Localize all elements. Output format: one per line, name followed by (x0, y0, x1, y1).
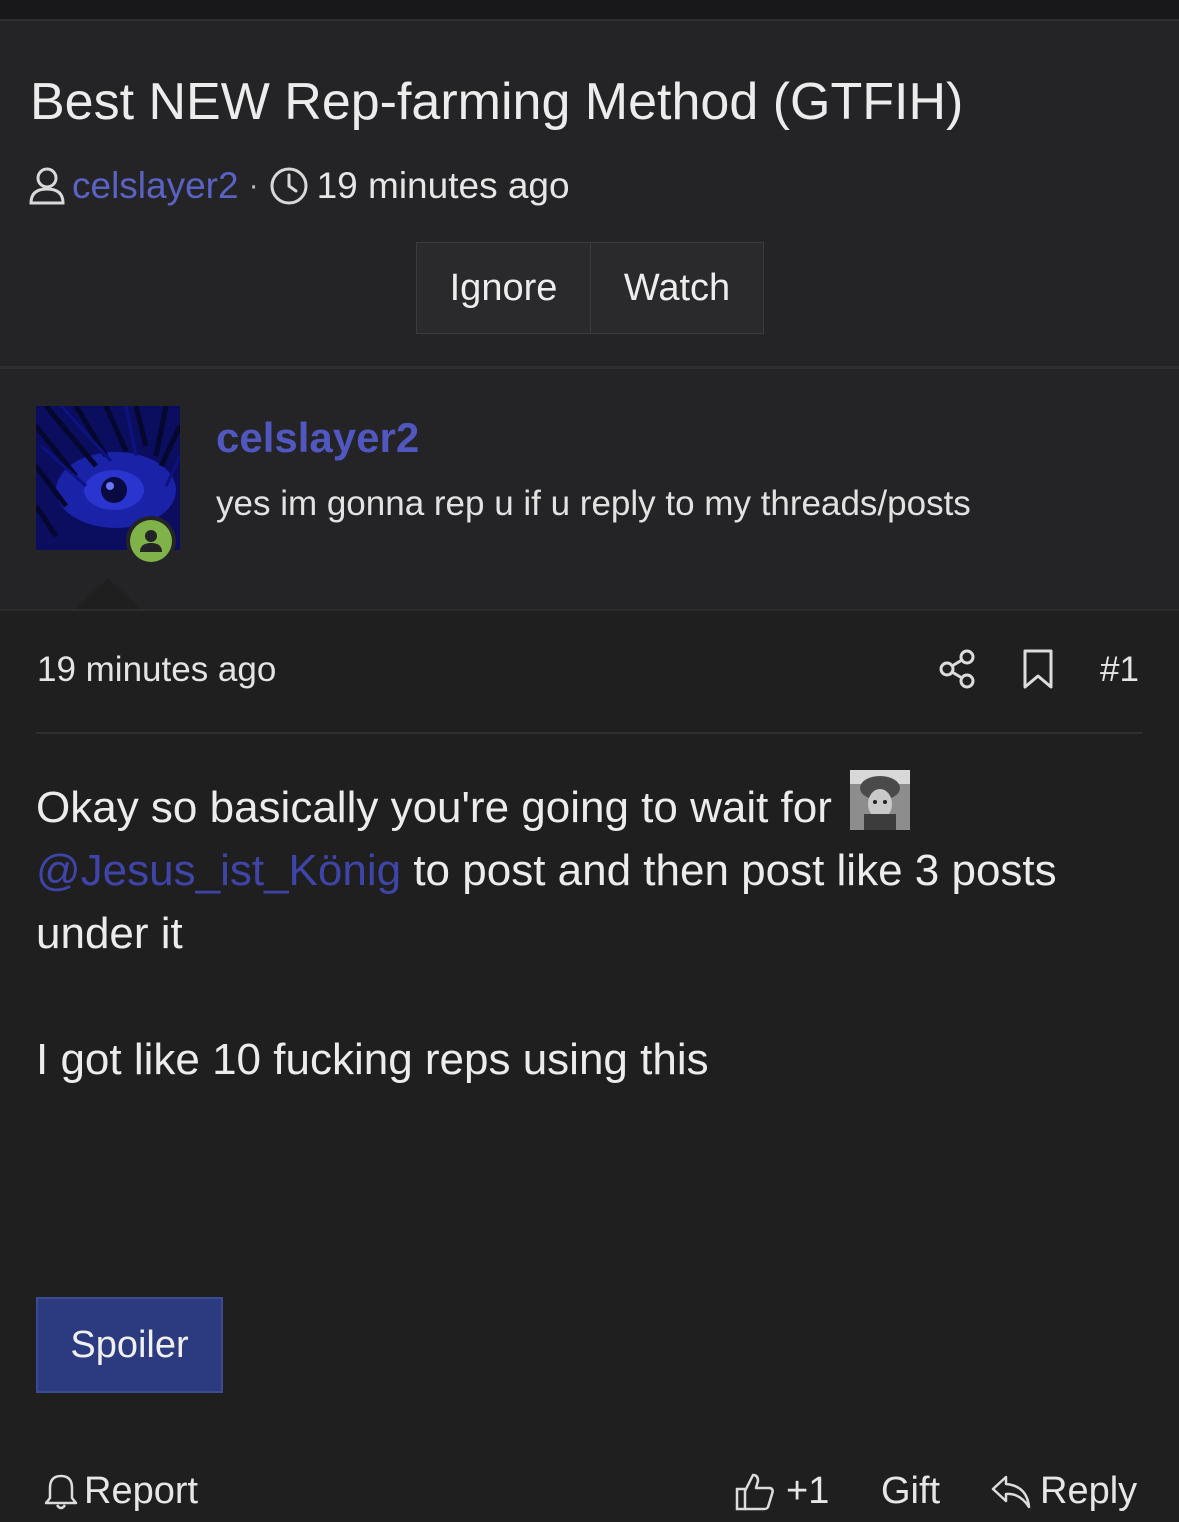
post-body: Okay so basically you're going to wait f… (36, 770, 1146, 1091)
post-text: Okay so basically you're going to wait f… (36, 783, 832, 832)
post-footer: Report +1 Gift Reply (0, 1460, 1179, 1522)
user-icon (28, 166, 66, 206)
watch-button[interactable]: Watch (591, 242, 764, 334)
user-icon (140, 530, 162, 552)
post-number-link[interactable]: #1 (1100, 650, 1139, 690)
post-time[interactable]: 19 minutes ago (37, 650, 276, 690)
thread-actions: Ignore Watch (416, 242, 764, 336)
thread-title: Best NEW Rep-farming Method (GTFIH) (30, 73, 964, 131)
divider (0, 609, 1179, 611)
meta-separator: · (248, 169, 259, 202)
share-icon[interactable] (936, 648, 978, 695)
thumbs-up-icon (735, 1473, 774, 1510)
reply-button[interactable]: Reply (990, 1470, 1137, 1513)
ignore-button[interactable]: Ignore (416, 242, 591, 334)
thread-author-link[interactable]: celslayer2 (72, 165, 239, 207)
thread-time: 19 minutes ago (316, 165, 570, 206)
user-mention-link[interactable]: @Jesus_ist_König (36, 846, 401, 895)
like-button[interactable]: +1 (734, 1470, 829, 1513)
thread-meta: celslayer2 · 19 minutes ago (28, 164, 570, 208)
divider (36, 732, 1143, 734)
report-label: Report (84, 1470, 199, 1512)
inline-image (850, 770, 911, 830)
bell-icon (44, 1474, 78, 1509)
user-signature: yes im gonna rep u if u reply to my thre… (216, 484, 971, 523)
reply-label: Reply (1040, 1470, 1138, 1512)
like-label: +1 (786, 1470, 830, 1512)
online-status-badge (126, 516, 176, 566)
spoiler-button[interactable]: Spoiler (36, 1297, 223, 1393)
post-text: I got like 10 fucking reps using this (36, 1035, 709, 1084)
reply-icon (991, 1475, 1031, 1508)
post-username[interactable]: celslayer2 (216, 414, 419, 462)
gift-button[interactable]: Gift (881, 1470, 940, 1513)
clock-icon (269, 166, 309, 206)
bookmark-icon[interactable] (1021, 648, 1055, 695)
pointer-arrow (72, 578, 144, 612)
report-button[interactable]: Report (44, 1470, 198, 1513)
top-bar (0, 0, 1179, 20)
